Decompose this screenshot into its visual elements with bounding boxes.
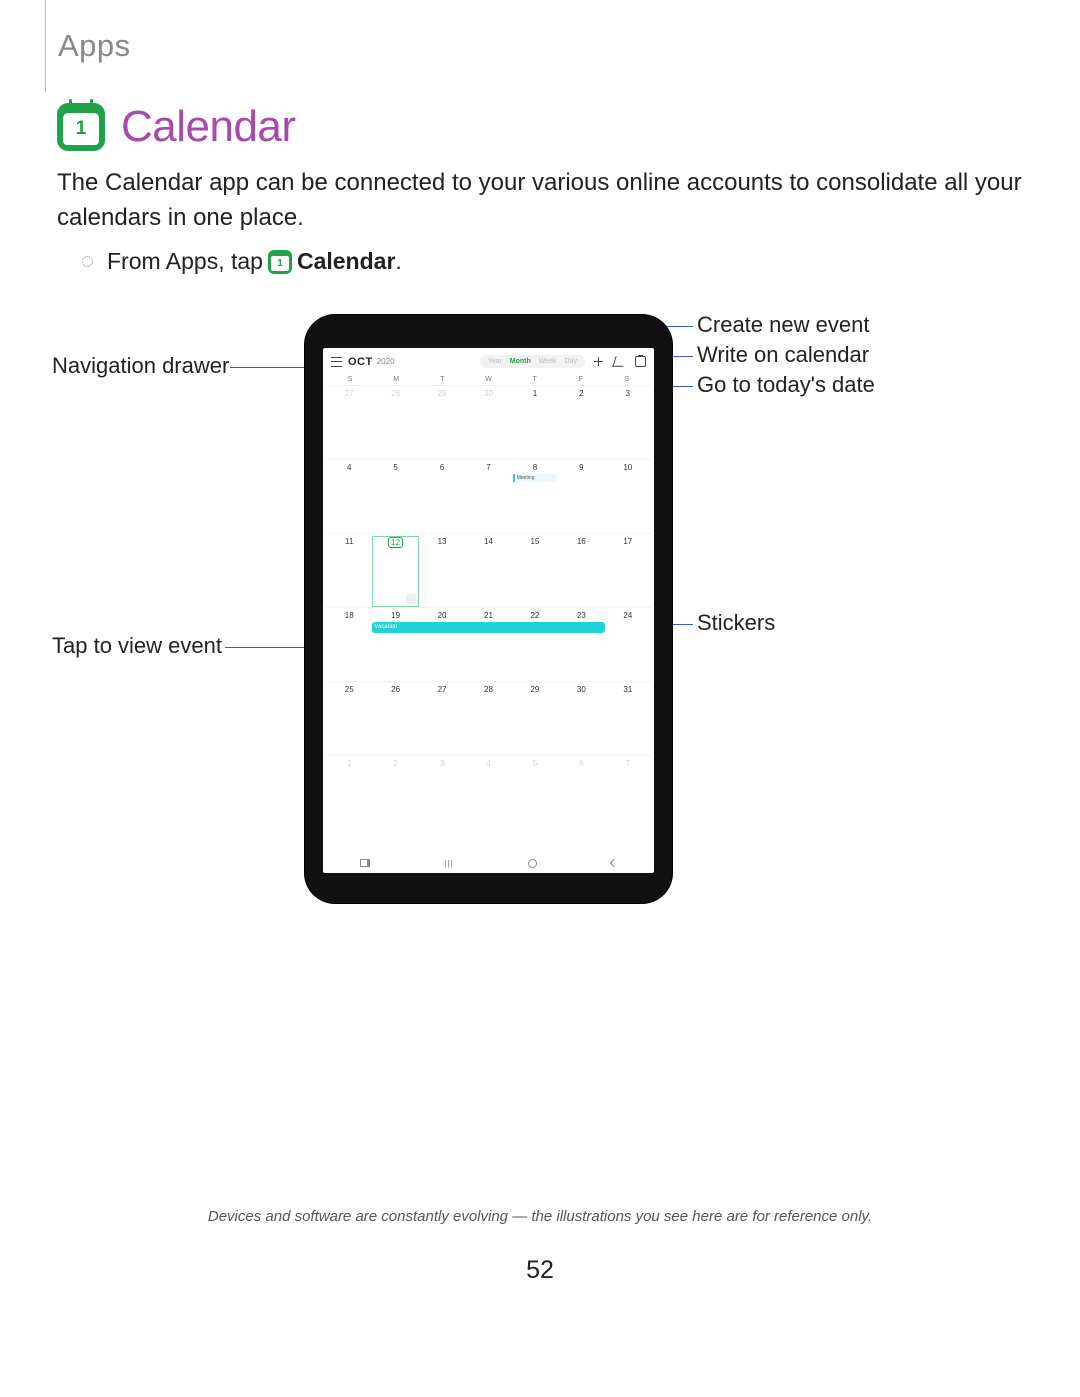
tablet-device-frame: OCT 2020 Year Month Week Day S M T — [305, 315, 672, 903]
callout-create-event: Create new event — [697, 312, 869, 338]
step-text-bold: Calendar — [297, 248, 395, 275]
view-selector[interactable]: Year Month Week Day — [480, 355, 585, 368]
date-cell[interactable]: 1 — [512, 385, 558, 459]
day-header-row: S M T W T F S — [323, 372, 654, 385]
date-cell[interactable]: 30 — [558, 681, 604, 755]
date-cell[interactable]: 29 — [419, 385, 465, 459]
event-meeting[interactable]: Meeting — [513, 474, 557, 482]
date-cell[interactable]: 15 — [512, 533, 558, 607]
heading-text: Calendar — [121, 102, 296, 152]
pencil-write-icon[interactable] — [612, 356, 626, 366]
calendar-top-bar: OCT 2020 Year Month Week Day — [323, 348, 654, 372]
section-label: Apps — [45, 0, 141, 92]
year-label: 2020 — [377, 357, 395, 366]
date-cell[interactable]: 5 — [512, 755, 558, 829]
date-cell[interactable]: 7 — [465, 459, 511, 533]
dh: T — [512, 376, 558, 383]
date-cell[interactable]: 4 — [326, 459, 372, 533]
callout-write-calendar: Write on calendar — [697, 342, 869, 368]
dh: F — [558, 376, 604, 383]
callout-go-today: Go to today's date — [697, 372, 875, 398]
go-today-icon[interactable] — [635, 356, 646, 367]
callout-stickers: Stickers — [697, 610, 775, 636]
date-cell[interactable]: 27 — [419, 681, 465, 755]
date-cell[interactable]: 29 — [512, 681, 558, 755]
dh: S — [327, 376, 373, 383]
heading: 1 Calendar — [57, 102, 296, 152]
date-cell[interactable]: 7 — [605, 755, 651, 829]
date-cell[interactable]: 25 — [326, 681, 372, 755]
intro-paragraph: The Calendar app can be connected to you… — [57, 166, 1023, 236]
date-cell[interactable]: 9 — [558, 459, 604, 533]
dh: T — [419, 376, 465, 383]
callout-nav-drawer: Navigation drawer — [52, 353, 229, 379]
tablet-screen: OCT 2020 Year Month Week Day S M T — [323, 348, 654, 873]
event-vacation[interactable] — [419, 622, 465, 633]
dh: S — [604, 376, 650, 383]
bullet-icon — [82, 256, 93, 267]
figure: Navigation drawer Tap to view event Crea… — [52, 300, 1032, 920]
date-cell[interactable]: 19Vacation — [372, 607, 418, 681]
date-cell[interactable]: 5 — [372, 459, 418, 533]
date-cell[interactable]: 4 — [465, 755, 511, 829]
month-grid: 27 28 29 30 1 2 3 4 5 6 7 8Meeting 9 10 … — [323, 385, 654, 829]
date-cell[interactable]: 18 — [326, 607, 372, 681]
calendar-mini-icon: 1 — [268, 250, 292, 274]
calendar-app-icon: 1 — [57, 103, 105, 151]
date-cell[interactable]: 2 — [372, 755, 418, 829]
menu-icon[interactable]: ||| — [444, 859, 453, 868]
view-day[interactable]: Day — [565, 358, 577, 365]
date-cell-today[interactable]: 12 — [372, 533, 418, 607]
step-text-prefix: From Apps, tap — [107, 248, 263, 275]
event-vacation[interactable] — [558, 622, 604, 633]
date-cell[interactable]: 8Meeting — [512, 459, 558, 533]
date-cell[interactable]: 30 — [465, 385, 511, 459]
date-cell[interactable]: 6 — [558, 755, 604, 829]
date-cell[interactable]: 11 — [326, 533, 372, 607]
event-vacation[interactable] — [465, 622, 511, 633]
event-vacation[interactable] — [512, 622, 558, 633]
page-number: 52 — [0, 1256, 1080, 1285]
dh: M — [373, 376, 419, 383]
date-cell[interactable]: 14 — [465, 533, 511, 607]
date-cell[interactable]: 3 — [419, 755, 465, 829]
view-year[interactable]: Year — [488, 358, 502, 365]
date-cell[interactable]: 2 — [558, 385, 604, 459]
date-cell[interactable]: 3 — [605, 385, 651, 459]
date-cell[interactable]: 27 — [326, 385, 372, 459]
date-cell[interactable]: 24 — [605, 607, 651, 681]
hamburger-menu-icon[interactable] — [331, 357, 342, 367]
date-cell[interactable]: 28 — [465, 681, 511, 755]
date-cell[interactable]: 23 — [558, 607, 604, 681]
date-cell[interactable]: 22 — [512, 607, 558, 681]
date-cell[interactable]: 26 — [372, 681, 418, 755]
view-month[interactable]: Month — [510, 358, 531, 365]
month-label: OCT — [348, 356, 373, 368]
event-vacation[interactable]: Vacation — [372, 622, 418, 633]
home-icon[interactable] — [528, 859, 537, 868]
calendar-icon-digit: 1 — [63, 113, 99, 145]
sticker-icon[interactable] — [406, 594, 416, 604]
instruction-step: From Apps, tap 1 Calendar. — [82, 248, 402, 275]
date-cell[interactable]: 21 — [465, 607, 511, 681]
dh: W — [465, 376, 511, 383]
recent-apps-icon[interactable] — [360, 859, 370, 867]
date-cell[interactable]: 17 — [605, 533, 651, 607]
date-cell[interactable]: 1 — [326, 755, 372, 829]
android-nav-bar: ||| — [323, 853, 654, 873]
date-cell[interactable]: 6 — [419, 459, 465, 533]
view-week[interactable]: Week — [539, 358, 557, 365]
step-text-suffix: . — [395, 248, 401, 275]
footer-disclaimer: Devices and software are constantly evol… — [0, 1208, 1080, 1225]
date-cell[interactable]: 13 — [419, 533, 465, 607]
add-event-icon[interactable] — [593, 356, 604, 367]
back-icon[interactable] — [610, 859, 618, 867]
date-cell[interactable]: 20 — [419, 607, 465, 681]
date-cell[interactable]: 10 — [605, 459, 651, 533]
callout-tap-view-event: Tap to view event — [52, 633, 222, 659]
date-cell[interactable]: 28 — [372, 385, 418, 459]
date-cell[interactable]: 31 — [605, 681, 651, 755]
date-cell[interactable]: 16 — [558, 533, 604, 607]
